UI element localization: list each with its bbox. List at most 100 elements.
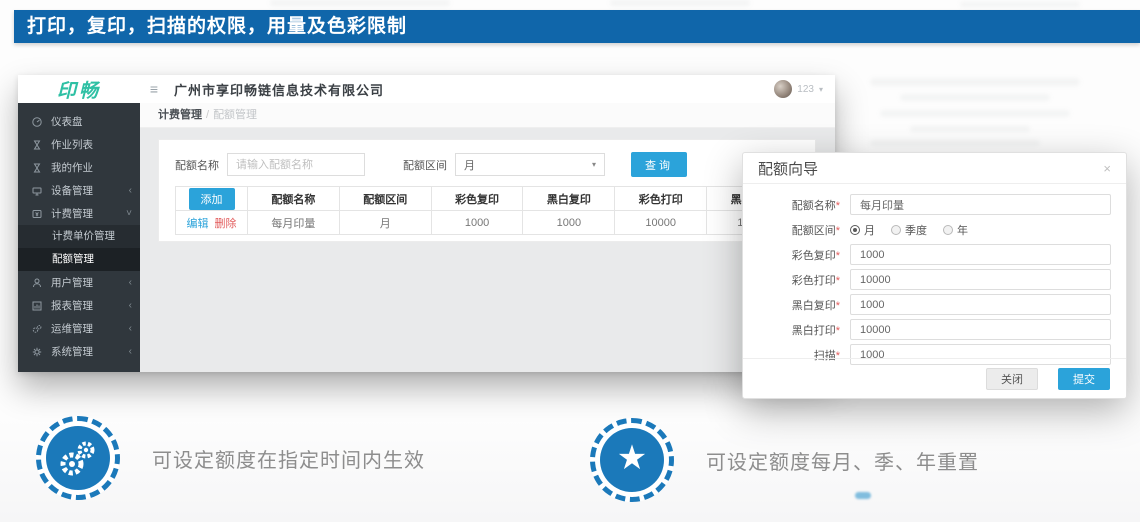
menu-toggle-icon[interactable]: ≡ xyxy=(140,81,168,97)
sidebar-item-reports[interactable]: 报表管理 ‹ xyxy=(18,294,140,317)
sidebar-item-ops[interactable]: 运维管理 ‹ xyxy=(18,317,140,340)
devices-icon xyxy=(31,185,43,197)
breadcrumb-section[interactable]: 计费管理 xyxy=(158,109,202,121)
column-header: 黑白复印 xyxy=(523,187,615,211)
sidebar-item-label: 计费管理 xyxy=(51,206,93,221)
field-bw-print: 黑白打印* xyxy=(758,319,1111,340)
chart-icon xyxy=(31,300,43,312)
column-header: 配额区间 xyxy=(339,187,431,211)
filter-bar: 配额名称 配额区间 月 ▾ 查询 xyxy=(159,140,815,184)
background-decor xyxy=(870,78,1080,86)
cell-bw-copy: 1000 xyxy=(523,211,615,235)
sidebar-item-unit-price[interactable]: 计费单价管理 xyxy=(18,225,140,248)
quota-table: 添加 配额名称 配额区间 彩色复印 黑白复印 彩色打印 黑白打印 编辑删除 每月… xyxy=(175,186,799,235)
field-label: 黑白复印* xyxy=(758,297,850,313)
bw-print-field[interactable] xyxy=(850,319,1111,340)
caret-down-icon: ▾ xyxy=(592,160,596,169)
gears-badge xyxy=(36,416,120,500)
breadcrumb: 计费管理 / 配额管理 xyxy=(140,103,835,128)
color-copy-field[interactable] xyxy=(850,244,1111,265)
page: 打印，复印，扫描的权限，用量及色彩限制 印畅 ≡ 广州市享印畅链信息技术有限公司… xyxy=(0,0,1140,522)
background-decor xyxy=(610,0,750,6)
sidebar-item-billing[interactable]: 计费管理 ˅ xyxy=(18,202,140,225)
chevron-left-icon: ‹ xyxy=(129,346,132,357)
sidebar-item-label: 仪表盘 xyxy=(51,114,83,129)
color-print-field[interactable] xyxy=(850,269,1111,290)
field-label: 配额区间* xyxy=(758,222,850,238)
field-label: 彩色复印* xyxy=(758,247,850,263)
background-decor xyxy=(870,140,1040,146)
cell-quota-name: 每月印量 xyxy=(248,211,340,235)
modal-header: 配额向导 × xyxy=(743,153,1126,184)
user-icon xyxy=(31,277,43,289)
quota-card: 配额名称 配额区间 月 ▾ 查询 添加 配额名称 配额区间 彩色复印 xyxy=(158,139,816,242)
billing-icon xyxy=(31,208,43,220)
delete-link[interactable]: 删除 xyxy=(215,218,237,230)
sidebar-item-label: 我的作业 xyxy=(51,160,93,175)
sidebar-item-my-jobs[interactable]: 我的作业 xyxy=(18,156,140,179)
avatar[interactable] xyxy=(774,80,792,98)
chevron-left-icon: ‹ xyxy=(129,300,132,311)
field-label: 彩色打印* xyxy=(758,272,850,288)
chevron-left-icon: ‹ xyxy=(129,323,132,334)
radio-selected-icon xyxy=(850,225,860,235)
radio-year[interactable]: 年 xyxy=(943,222,968,238)
sidebar-item-system[interactable]: 系统管理 ‹ xyxy=(18,340,140,363)
field-quota-name: 配额名称* xyxy=(758,194,1111,215)
search-button[interactable]: 查询 xyxy=(631,152,687,177)
user-menu[interactable]: 123 ▾ xyxy=(774,80,835,98)
quota-interval-select[interactable]: 月 ▾ xyxy=(455,153,605,176)
star-icon: ★ xyxy=(600,428,664,492)
star-badge: ★ xyxy=(590,418,674,502)
quota-name-field[interactable] xyxy=(850,194,1111,215)
table-row: 编辑删除 每月印量 月 1000 1000 10000 10000 xyxy=(176,211,799,235)
sidebar-item-dashboard[interactable]: 仪表盘 xyxy=(18,110,140,133)
field-color-print: 彩色打印* xyxy=(758,269,1111,290)
sidebar-item-quota[interactable]: 配额管理 xyxy=(18,248,140,271)
field-color-copy: 彩色复印* xyxy=(758,244,1111,265)
company-name: 广州市享印畅链信息技术有限公司 xyxy=(174,80,384,99)
add-button[interactable]: 添加 xyxy=(189,188,235,210)
close-icon[interactable]: × xyxy=(1103,161,1111,176)
bw-copy-field[interactable] xyxy=(850,294,1111,315)
banner-title: 打印，复印，扫描的权限，用量及色彩限制 xyxy=(14,10,1140,43)
sidebar-item-devices[interactable]: 设备管理 ‹ xyxy=(18,179,140,202)
background-decor xyxy=(270,0,450,6)
interval-radio-group: 月 季度 年 xyxy=(850,222,968,238)
breadcrumb-separator: / xyxy=(206,109,209,121)
gear-icon xyxy=(31,346,43,358)
background-decor xyxy=(900,94,1050,101)
select-value: 月 xyxy=(464,157,475,173)
background-decor xyxy=(880,110,1070,117)
quota-interval-label: 配额区间 xyxy=(403,157,447,173)
sidebar-item-label: 作业列表 xyxy=(51,137,93,152)
sidebar-item-label: 系统管理 xyxy=(51,344,93,359)
breadcrumb-current: 配额管理 xyxy=(213,109,257,121)
sidebar-item-users[interactable]: 用户管理 ‹ xyxy=(18,271,140,294)
radio-quarter[interactable]: 季度 xyxy=(891,222,927,238)
field-label: 黑白打印* xyxy=(758,322,850,338)
caret-down-icon: ▾ xyxy=(819,85,823,94)
hourglass-icon xyxy=(31,139,43,151)
field-quota-interval: 配额区间* 月 季度 年 xyxy=(758,219,1111,240)
radio-month[interactable]: 月 xyxy=(850,222,875,238)
close-button[interactable]: 关闭 xyxy=(986,368,1038,390)
edit-link[interactable]: 编辑 xyxy=(187,218,209,230)
app-logo: 印畅 xyxy=(18,76,140,103)
column-header: 配额名称 xyxy=(248,187,340,211)
sidebar-item-label: 报表管理 xyxy=(51,298,93,313)
background-decor xyxy=(910,126,1030,132)
submit-button[interactable]: 提交 xyxy=(1058,368,1110,390)
sidebar-item-job-list[interactable]: 作业列表 xyxy=(18,133,140,156)
chevron-left-icon: ‹ xyxy=(129,185,132,196)
app-window: 印畅 ≡ 广州市享印畅链信息技术有限公司 123 ▾ 仪表盘 作业列表 我的作业 xyxy=(18,75,835,372)
quota-name-input[interactable] xyxy=(227,153,365,176)
chevron-left-icon: ‹ xyxy=(129,277,132,288)
radio-icon xyxy=(943,225,953,235)
table-header-row: 添加 配额名称 配额区间 彩色复印 黑白复印 彩色打印 黑白打印 xyxy=(176,187,799,211)
username: 123 xyxy=(797,84,814,95)
content-area: 配额名称 配额区间 月 ▾ 查询 添加 配额名称 配额区间 彩色复印 xyxy=(140,128,835,372)
feature-time-limit: 可设定额度在指定时间内生效 xyxy=(36,416,425,500)
topbar: 印畅 ≡ 广州市享印畅链信息技术有限公司 123 ▾ xyxy=(18,75,835,103)
sidebar-item-label: 运维管理 xyxy=(51,321,93,336)
